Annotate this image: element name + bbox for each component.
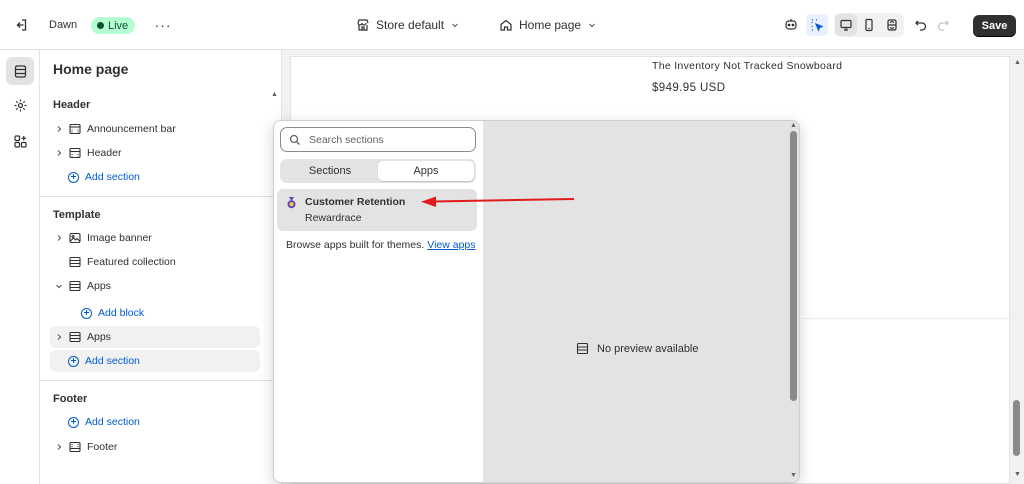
popover-tabs: Sections Apps xyxy=(280,159,476,183)
search-icon xyxy=(289,134,300,145)
group-title-footer: Footer xyxy=(53,393,88,405)
tab-apps[interactable]: Apps xyxy=(378,161,474,181)
apps-section-icon xyxy=(68,279,82,293)
toolbar-actions xyxy=(780,13,954,37)
scroll-down-arrow-icon[interactable]: ▼ xyxy=(1014,471,1021,478)
view-apps-link[interactable]: View apps xyxy=(427,239,475,251)
chevron-down-icon[interactable] xyxy=(52,282,66,290)
undo-icon[interactable] xyxy=(910,14,932,36)
chevron-right-icon[interactable] xyxy=(52,443,66,451)
add-section-popover: Sections Apps Customer Retention Rewardr… xyxy=(273,120,800,483)
chevron-right-icon[interactable] xyxy=(52,149,66,157)
ai-assistant-icon[interactable] xyxy=(780,14,802,36)
scroll-up-arrow-icon[interactable]: ▲ xyxy=(1014,59,1021,66)
popover-list-pane: Sections Apps Customer Retention Rewardr… xyxy=(274,121,483,482)
section-item-apps[interactable]: Apps xyxy=(50,326,260,348)
section-item-apps-expanded[interactable]: Apps xyxy=(50,275,260,297)
product-title[interactable]: The Inventory Not Tracked Snowboard xyxy=(652,60,842,72)
section-item-image-banner[interactable]: Image banner xyxy=(50,227,260,249)
chevron-down-icon xyxy=(452,23,458,28)
home-icon xyxy=(500,19,512,31)
add-circle-icon xyxy=(68,355,79,367)
add-circle-icon xyxy=(81,307,92,319)
chevron-right-icon[interactable] xyxy=(52,234,66,242)
page-title: Home page xyxy=(53,61,129,77)
section-item-header[interactable]: Header xyxy=(50,142,260,164)
announcement-section-icon xyxy=(68,122,82,136)
mobile-view-icon[interactable] xyxy=(858,14,880,36)
add-circle-icon xyxy=(68,171,79,183)
store-selector[interactable]: Store default xyxy=(356,15,460,35)
scroll-down-arrow-icon[interactable]: ▼ xyxy=(790,472,797,479)
section-item-footer[interactable]: Footer xyxy=(50,436,260,458)
preview-scrollbar-thumb[interactable] xyxy=(1013,400,1020,456)
more-actions-button[interactable]: ··· xyxy=(154,16,172,34)
product-price: $949.95 USD xyxy=(652,82,726,94)
apps-section-icon xyxy=(68,330,82,344)
app-item-customer-retention[interactable]: Customer Retention Rewardrace xyxy=(277,189,477,231)
header-section-icon xyxy=(68,146,82,160)
add-section-header-button[interactable]: Add section xyxy=(68,168,140,186)
popover-preview-pane: No preview available xyxy=(483,121,799,482)
fullscreen-icon[interactable] xyxy=(881,14,903,36)
chevron-down-icon xyxy=(589,23,595,28)
exit-icon[interactable] xyxy=(12,16,30,34)
chevron-right-icon[interactable] xyxy=(52,125,66,133)
save-button[interactable]: Save xyxy=(973,15,1016,37)
add-section-template-button[interactable]: Add section xyxy=(50,350,260,372)
add-block-button[interactable]: Add block xyxy=(81,304,144,322)
section-item-featured-collection[interactable]: Featured collection xyxy=(50,251,260,273)
group-title-template: Template xyxy=(53,209,101,221)
search-sections-field[interactable] xyxy=(280,127,476,152)
footer-section-icon xyxy=(68,440,82,454)
desktop-view-icon[interactable] xyxy=(835,14,857,36)
divider xyxy=(40,196,281,197)
store-icon xyxy=(357,19,369,31)
medal-app-icon xyxy=(287,197,296,209)
top-bar: Dawn Live ··· Store default Home page Sa… xyxy=(0,0,1024,50)
section-item-announcement-bar[interactable]: Announcement bar xyxy=(50,118,260,140)
search-input[interactable] xyxy=(309,133,469,146)
chevron-right-icon[interactable] xyxy=(52,333,66,341)
apps-icon[interactable] xyxy=(6,127,34,155)
image-section-icon xyxy=(68,231,82,245)
sections-nav-icon[interactable] xyxy=(6,57,34,85)
theme-name: Dawn xyxy=(49,19,78,31)
section-sidebar: Home page ▲ Header Announcement bar Head… xyxy=(40,50,282,484)
no-preview-message: No preview available xyxy=(576,342,699,355)
scroll-up-arrow-icon[interactable]: ▲ xyxy=(790,122,797,129)
page-selector[interactable]: Home page xyxy=(499,15,597,35)
section-placeholder-icon xyxy=(576,342,589,355)
add-circle-icon xyxy=(68,416,79,428)
app-name: Customer Retention xyxy=(305,196,406,208)
live-badge: Live xyxy=(91,17,136,34)
collection-section-icon xyxy=(68,255,82,269)
browse-apps-text: Browse apps built for themes. View apps xyxy=(286,239,476,251)
live-dot-icon xyxy=(97,22,104,29)
left-rail xyxy=(0,50,40,484)
scroll-up-arrow-icon[interactable]: ▲ xyxy=(271,91,278,98)
popover-scrollbar-thumb[interactable] xyxy=(790,131,797,401)
divider xyxy=(40,380,281,381)
inspector-icon[interactable] xyxy=(806,14,828,36)
redo-icon[interactable] xyxy=(932,14,954,36)
app-vendor: Rewardrace xyxy=(305,212,362,224)
settings-gear-icon[interactable] xyxy=(6,91,34,119)
preview-divider xyxy=(802,318,1010,319)
tab-sections[interactable]: Sections xyxy=(282,161,378,181)
viewport-toggle xyxy=(834,13,904,37)
group-title-header: Header xyxy=(53,99,91,111)
add-section-footer-button[interactable]: Add section xyxy=(68,413,140,431)
